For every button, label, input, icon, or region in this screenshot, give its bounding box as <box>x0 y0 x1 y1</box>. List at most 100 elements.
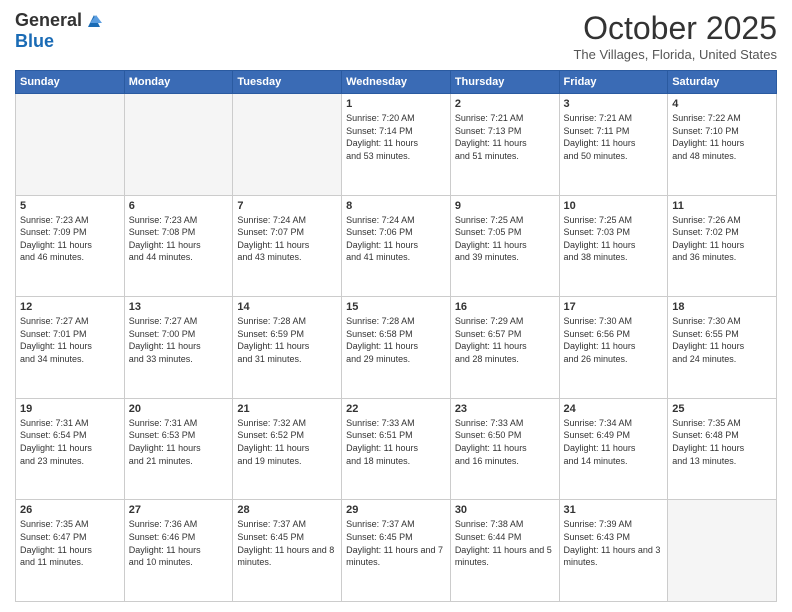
day-number: 27 <box>129 504 229 516</box>
weekday-header-thursday: Thursday <box>450 71 559 94</box>
title-block: October 2025 The Villages, Florida, Unit… <box>573 10 777 62</box>
calendar-cell <box>233 94 342 196</box>
weekday-header-sunday: Sunday <box>16 71 125 94</box>
day-info: Sunrise: 7:34 AMSunset: 6:49 PMDaylight:… <box>564 417 664 467</box>
day-info: Sunrise: 7:37 AMSunset: 6:45 PMDaylight:… <box>237 518 337 568</box>
day-info: Sunrise: 7:31 AMSunset: 6:53 PMDaylight:… <box>129 417 229 467</box>
logo-icon <box>84 13 104 29</box>
calendar-cell: 3 Sunrise: 7:21 AMSunset: 7:11 PMDaylight… <box>559 94 668 196</box>
day-info: Sunrise: 7:23 AMSunset: 7:08 PMDaylight:… <box>129 214 229 264</box>
day-info: Sunrise: 7:33 AMSunset: 6:50 PMDaylight:… <box>455 417 555 467</box>
week-row-2: 12 Sunrise: 7:27 AMSunset: 7:01 PMDayligh… <box>16 297 777 399</box>
calendar-cell: 24Sunrise: 7:34 AMSunset: 6:49 PMDayligh… <box>559 398 668 500</box>
day-info: Sunrise: 7:39 AMSunset: 6:43 PMDaylight:… <box>564 518 664 568</box>
week-row-4: 26 Sunrise: 7:35 AMSunset: 6:47 PMDayligh… <box>16 500 777 602</box>
calendar-cell: 7 Sunrise: 7:24 AMSunset: 7:07 PMDaylight… <box>233 195 342 297</box>
calendar-cell: 1Sunrise: 7:20 AMSunset: 7:14 PMDaylight… <box>342 94 451 196</box>
calendar-cell <box>668 500 777 602</box>
day-info: Sunrise: 7:26 AMSunset: 7:02 PMDaylight:… <box>672 214 772 264</box>
day-number: 11 <box>672 200 772 212</box>
day-number: 26 <box>20 504 120 516</box>
page: General Blue October 2025 The Villages, … <box>0 0 792 612</box>
day-number: 17 <box>564 301 664 313</box>
day-info: Sunrise: 7:25 AMSunset: 7:05 PMDaylight:… <box>455 214 555 264</box>
weekday-header-saturday: Saturday <box>668 71 777 94</box>
day-number: 13 <box>129 301 229 313</box>
day-info: Sunrise: 7:29 AMSunset: 6:57 PMDaylight:… <box>455 315 555 365</box>
day-info: Sunrise: 7:28 AMSunset: 6:58 PMDaylight:… <box>346 315 446 365</box>
calendar-cell: 17 Sunrise: 7:30 AMSunset: 6:56 PMDayligh… <box>559 297 668 399</box>
weekday-header-row: SundayMondayTuesdayWednesdayThursdayFrid… <box>16 71 777 94</box>
calendar-cell: 4Sunrise: 7:22 AMSunset: 7:10 PMDaylight… <box>668 94 777 196</box>
calendar-cell: 10Sunrise: 7:25 AMSunset: 7:03 PMDayligh… <box>559 195 668 297</box>
calendar-cell: 9 Sunrise: 7:25 AMSunset: 7:05 PMDaylight… <box>450 195 559 297</box>
calendar-cell <box>124 94 233 196</box>
day-info: Sunrise: 7:32 AMSunset: 6:52 PMDaylight:… <box>237 417 337 467</box>
day-info: Sunrise: 7:24 AMSunset: 7:06 PMDaylight:… <box>346 214 446 264</box>
day-info: Sunrise: 7:27 AMSunset: 7:01 PMDaylight:… <box>20 315 120 365</box>
day-number: 21 <box>237 403 337 415</box>
header: General Blue October 2025 The Villages, … <box>15 10 777 62</box>
calendar-cell: 29Sunrise: 7:37 AMSunset: 6:45 PMDayligh… <box>342 500 451 602</box>
day-number: 19 <box>20 403 120 415</box>
day-number: 28 <box>237 504 337 516</box>
weekday-header-monday: Monday <box>124 71 233 94</box>
day-number: 29 <box>346 504 446 516</box>
calendar-cell: 12 Sunrise: 7:27 AMSunset: 7:01 PMDayligh… <box>16 297 125 399</box>
day-number: 20 <box>129 403 229 415</box>
day-info: Sunrise: 7:27 AMSunset: 7:00 PMDaylight:… <box>129 315 229 365</box>
day-info: Sunrise: 7:23 AMSunset: 7:09 PMDaylight:… <box>20 214 120 264</box>
day-number: 6 <box>129 200 229 212</box>
calendar-table: SundayMondayTuesdayWednesdayThursdayFrid… <box>15 70 777 602</box>
weekday-header-tuesday: Tuesday <box>233 71 342 94</box>
day-number: 30 <box>455 504 555 516</box>
calendar-cell: 30 Sunrise: 7:38 AMSunset: 6:44 PMDayligh… <box>450 500 559 602</box>
day-number: 3 <box>564 98 664 110</box>
logo: General Blue <box>15 10 104 52</box>
calendar-cell: 28 Sunrise: 7:37 AMSunset: 6:45 PMDayligh… <box>233 500 342 602</box>
calendar-cell: 18Sunrise: 7:30 AMSunset: 6:55 PMDayligh… <box>668 297 777 399</box>
calendar-cell: 15Sunrise: 7:28 AMSunset: 6:58 PMDayligh… <box>342 297 451 399</box>
day-number: 31 <box>564 504 664 516</box>
day-info: Sunrise: 7:38 AMSunset: 6:44 PMDaylight:… <box>455 518 555 568</box>
day-info: Sunrise: 7:36 AMSunset: 6:46 PMDaylight:… <box>129 518 229 568</box>
day-number: 23 <box>455 403 555 415</box>
day-number: 16 <box>455 301 555 313</box>
day-info: Sunrise: 7:35 AMSunset: 6:47 PMDaylight:… <box>20 518 120 568</box>
day-info: Sunrise: 7:21 AMSunset: 7:11 PMDaylight:… <box>564 112 664 162</box>
day-number: 9 <box>455 200 555 212</box>
calendar-cell: 6 Sunrise: 7:23 AMSunset: 7:08 PMDaylight… <box>124 195 233 297</box>
week-row-0: 1Sunrise: 7:20 AMSunset: 7:14 PMDaylight… <box>16 94 777 196</box>
calendar-cell: 31 Sunrise: 7:39 AMSunset: 6:43 PMDayligh… <box>559 500 668 602</box>
day-number: 2 <box>455 98 555 110</box>
calendar-cell: 21 Sunrise: 7:32 AMSunset: 6:52 PMDayligh… <box>233 398 342 500</box>
day-number: 7 <box>237 200 337 212</box>
week-row-3: 19 Sunrise: 7:31 AMSunset: 6:54 PMDayligh… <box>16 398 777 500</box>
week-row-1: 5 Sunrise: 7:23 AMSunset: 7:09 PMDaylight… <box>16 195 777 297</box>
calendar-cell: 22Sunrise: 7:33 AMSunset: 6:51 PMDayligh… <box>342 398 451 500</box>
weekday-header-friday: Friday <box>559 71 668 94</box>
day-number: 12 <box>20 301 120 313</box>
day-number: 8 <box>346 200 446 212</box>
logo-blue-text: Blue <box>15 31 54 51</box>
calendar-cell: 16 Sunrise: 7:29 AMSunset: 6:57 PMDayligh… <box>450 297 559 399</box>
day-info: Sunrise: 7:31 AMSunset: 6:54 PMDaylight:… <box>20 417 120 467</box>
day-info: Sunrise: 7:35 AMSunset: 6:48 PMDaylight:… <box>672 417 772 467</box>
weekday-header-wednesday: Wednesday <box>342 71 451 94</box>
day-info: Sunrise: 7:30 AMSunset: 6:56 PMDaylight:… <box>564 315 664 365</box>
calendar-cell: 8 Sunrise: 7:24 AMSunset: 7:06 PMDaylight… <box>342 195 451 297</box>
day-number: 5 <box>20 200 120 212</box>
day-number: 4 <box>672 98 772 110</box>
calendar-cell: 26 Sunrise: 7:35 AMSunset: 6:47 PMDayligh… <box>16 500 125 602</box>
day-info: Sunrise: 7:33 AMSunset: 6:51 PMDaylight:… <box>346 417 446 467</box>
calendar-cell <box>16 94 125 196</box>
day-number: 14 <box>237 301 337 313</box>
calendar-cell: 14 Sunrise: 7:28 AMSunset: 6:59 PMDayligh… <box>233 297 342 399</box>
calendar-cell: 23 Sunrise: 7:33 AMSunset: 6:50 PMDayligh… <box>450 398 559 500</box>
day-info: Sunrise: 7:28 AMSunset: 6:59 PMDaylight:… <box>237 315 337 365</box>
calendar-cell: 5 Sunrise: 7:23 AMSunset: 7:09 PMDaylight… <box>16 195 125 297</box>
calendar-cell: 13 Sunrise: 7:27 AMSunset: 7:00 PMDayligh… <box>124 297 233 399</box>
location: The Villages, Florida, United States <box>573 47 777 62</box>
day-info: Sunrise: 7:24 AMSunset: 7:07 PMDaylight:… <box>237 214 337 264</box>
calendar-cell: 2Sunrise: 7:21 AMSunset: 7:13 PMDaylight… <box>450 94 559 196</box>
